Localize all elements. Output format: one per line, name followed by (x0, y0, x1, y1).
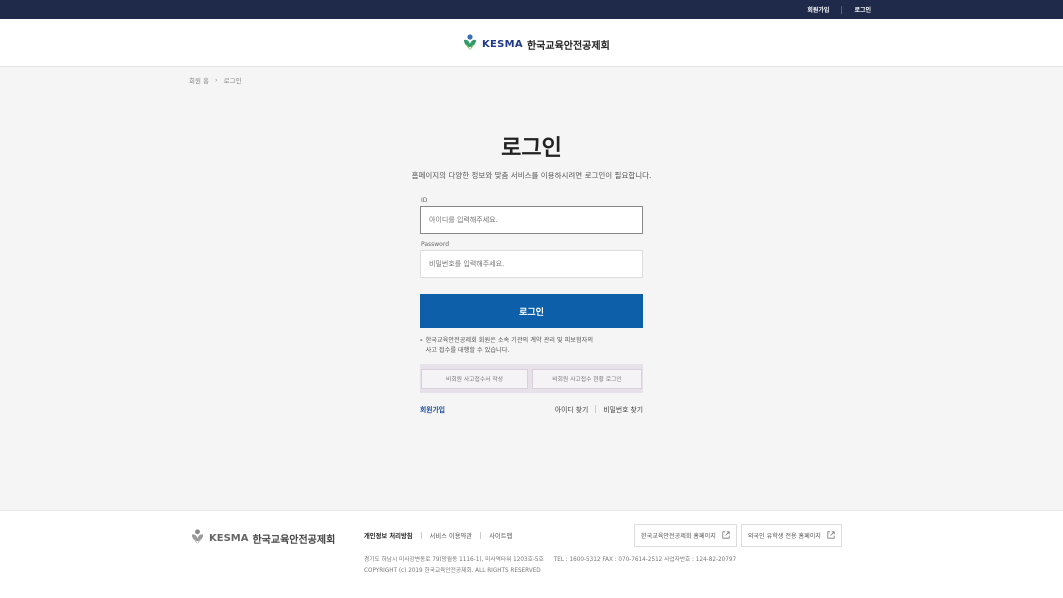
sitemap-link[interactable]: 사이트맵 (489, 531, 512, 540)
external-link-icon (722, 530, 730, 541)
top-login-link[interactable]: 로그인 (854, 5, 871, 14)
top-utility-bar: 회원가입 로그인 (0, 0, 1063, 19)
site-header: KESMA 한국교육안전공제회 (0, 19, 1063, 67)
breadcrumb-current: 로그인 (223, 77, 242, 85)
footer-external-buttons: 한국교육안전공제회 홈페이지 외국인 유학생 전용 홈페이지 (634, 524, 842, 547)
notice-line-1: 한국교육안전공제회 회원은 소속 기관의 계약 관리 및 피보험자의 (425, 337, 594, 344)
kesma-homepage-label: 한국교육안전공제회 홈페이지 (641, 533, 716, 540)
nonmember-report-button[interactable]: 비회원 사고접수서 작성 (421, 368, 528, 389)
login-form: ID Password 로그인 - 한국교육안전공제회 회원은 소속 기관의 계… (420, 195, 643, 414)
nonmember-panel: 비회원 사고접수서 작성 비회원 사고접수 현황 로그인 (420, 364, 643, 393)
footer-brand-short: KESMA (209, 533, 249, 544)
divider (420, 532, 422, 539)
member-notice: - 한국교육안전공제회 회원은 소속 기관의 계약 관리 및 피보험자의 사고 … (420, 336, 643, 356)
account-links: 회원가입 아이디 찾기 비밀번호 찾기 (420, 404, 643, 414)
find-links: 아이디 찾기 비밀번호 찾기 (555, 404, 643, 414)
footer-contact: TEL : 1600-5312 FAX : 070-7614-2512 사업자번… (553, 557, 737, 563)
foreign-student-homepage-button[interactable]: 외국인 유학생 전용 홈페이지 (740, 524, 842, 547)
page-subtitle: 홈페이지의 다양한 정보와 맞춤 서비스를 이용하시려면 로그인이 필요합니다. (411, 171, 652, 180)
id-input[interactable] (420, 206, 643, 234)
top-utility-links: 회원가입 로그인 (807, 0, 871, 19)
top-signup-link[interactable]: 회원가입 (807, 5, 829, 14)
kesma-logo-icon (462, 33, 478, 55)
footer-copyright: COPYRIGHT (c) 2019 한국교육안전공제회. ALL RIGHTS… (364, 568, 541, 574)
join-link[interactable]: 회원가입 (420, 404, 445, 414)
privacy-policy-link[interactable]: 개인정보 처리방침 (364, 531, 413, 540)
site-footer: KESMA 한국교육안전공제회 개인정보 처리방침 서비스 이용약관 사이트맵 … (0, 510, 1063, 598)
notice-bullet: - (420, 337, 423, 344)
divider (595, 405, 597, 413)
brand-short: KESMA (482, 38, 523, 50)
site-logo[interactable]: KESMA 한국교육안전공제회 (462, 33, 610, 55)
external-link-icon (827, 530, 835, 541)
find-id-link[interactable]: 아이디 찾기 (555, 404, 588, 414)
password-label: Password (421, 241, 450, 248)
footer-address: 경기도 하남시 미사강변동로 79(망월동 1116-1), 미사역타워 120… (364, 557, 544, 563)
footer-logo: KESMA 한국교육안전공제회 (190, 528, 335, 549)
password-input[interactable] (420, 250, 643, 278)
foreign-student-homepage-label: 외국인 유학생 전용 홈페이지 (747, 533, 821, 540)
notice-line-2: 사고 접수를 대행할 수 있습니다. (425, 347, 510, 354)
divider (841, 5, 843, 14)
kesma-homepage-button[interactable]: 한국교육안전공제회 홈페이지 (634, 524, 737, 547)
terms-link[interactable]: 서비스 이용약관 (430, 531, 473, 540)
brand-name: 한국교육안전공제회 (526, 40, 610, 52)
page-title: 로그인 (501, 136, 562, 161)
nonmember-status-login-button[interactable]: 비회원 사고접수 현황 로그인 (532, 368, 642, 389)
footer-brand-name: 한국교육안전공제회 (252, 535, 336, 546)
footer-info: 경기도 하남시 미사강변동로 79(망월동 1116-1), 미사역타워 120… (364, 555, 736, 577)
divider (480, 532, 482, 539)
id-label: ID (421, 197, 428, 204)
footer-menu: 개인정보 처리방침 서비스 이용약관 사이트맵 (364, 531, 512, 540)
login-button[interactable]: 로그인 (420, 294, 643, 328)
breadcrumb-separator-icon: › (215, 76, 218, 84)
kesma-logo-icon (190, 528, 205, 549)
breadcrumb: 회원 홈 › 로그인 (189, 75, 242, 85)
breadcrumb-home[interactable]: 회원 홈 (189, 75, 209, 85)
find-password-link[interactable]: 비밀번호 찾기 (603, 404, 643, 414)
